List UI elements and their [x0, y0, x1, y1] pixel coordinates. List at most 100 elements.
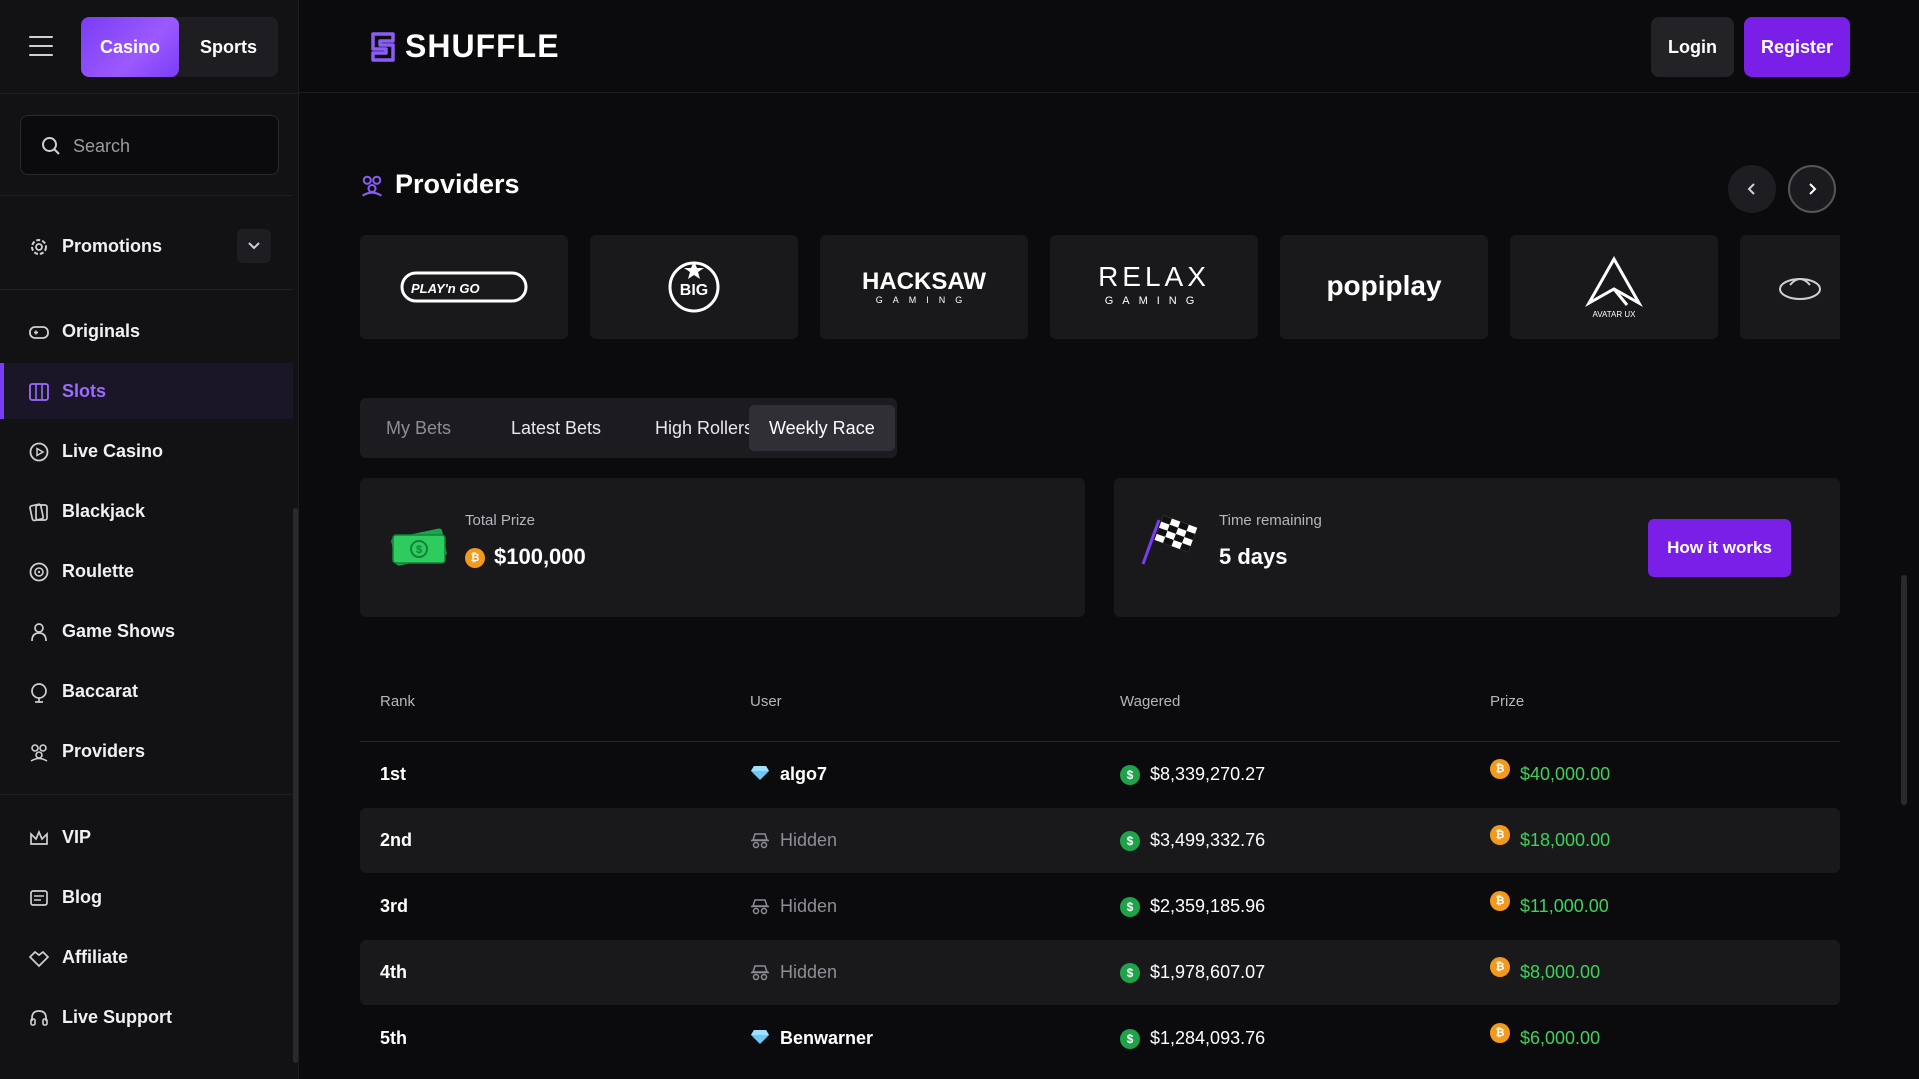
gear-icon	[31, 239, 47, 255]
bitcoin-icon: ₿	[1490, 758, 1510, 779]
table-row: 5th Benwarner $ $1,284,093.76 ₿ $6,000.00	[360, 1006, 1840, 1071]
bitcoin-icon: ₿	[1490, 824, 1510, 845]
chevron-left-icon	[1747, 183, 1755, 195]
time-remaining-label: Time remaining	[1219, 512, 1322, 529]
user-name: Hidden	[780, 830, 838, 850]
prize-cell: ₿ $18,000.00	[1490, 808, 1610, 873]
providers-next-button[interactable]	[1788, 165, 1836, 213]
wagered-value: $2,359,185.96	[1150, 896, 1266, 916]
rank-cell: 1st	[380, 764, 407, 784]
wagered-value: $3,499,332.76	[1150, 830, 1266, 850]
total-prize-card: $ Total Prize ₿ $100,000	[360, 478, 1085, 617]
bets-tabs: My Bets Latest Bets High Rollers Weekly …	[360, 398, 897, 458]
providers-title: Providers	[395, 169, 520, 199]
prize-cell: ₿ $6,000.00	[1490, 1006, 1600, 1071]
sidebar-divider	[0, 794, 293, 795]
sidebar-item-label: Baccarat	[62, 680, 139, 701]
provider-logo-text: PLAY'n GO	[411, 281, 480, 296]
sidebar-item-label: Blackjack	[62, 500, 146, 521]
wagered-cell: $ $1,978,607.07	[1120, 940, 1265, 1005]
top-bar: SHUFFLE Login Register	[299, 0, 1919, 93]
casino-tab[interactable]: Casino	[81, 17, 179, 77]
chevron-right-icon	[1809, 183, 1817, 195]
brand-name: SHUFFLE	[405, 28, 560, 64]
search-box	[20, 115, 279, 176]
user-cell: Hidden	[750, 940, 837, 1005]
sidebar-item-label: Live Support	[62, 1006, 173, 1027]
controller-icon	[29, 326, 49, 339]
main-scrollbar[interactable]	[1901, 575, 1907, 805]
sidebar-item-vip[interactable]: VIP	[0, 809, 293, 865]
rank-cell: 5th	[380, 1028, 407, 1048]
bitcoin-icon: ₿	[465, 548, 485, 568]
sidebar-scrollbar[interactable]	[293, 508, 298, 1063]
sidebar-item-roulette[interactable]: Roulette	[0, 543, 293, 599]
sidebar-item-affiliate[interactable]: Affiliate	[0, 929, 293, 985]
tab-latest-bets[interactable]: Latest Bets	[491, 405, 621, 451]
provider-logo-text: GAMING	[1105, 295, 1204, 307]
prize-value: $6,000.00	[1520, 1028, 1601, 1048]
sidebar-item-slots[interactable]: Slots	[0, 363, 293, 419]
bitcoin-icon: ₿	[1490, 1022, 1510, 1043]
rank-cell: 4th	[380, 962, 407, 982]
register-button[interactable]: Register	[1744, 17, 1850, 77]
user-name: Hidden	[780, 896, 838, 916]
sidebar-item-live-support[interactable]: Live Support	[0, 989, 293, 1045]
sidebar-item-blackjack[interactable]: Blackjack	[0, 483, 293, 539]
chevron-down-icon[interactable]	[237, 229, 271, 263]
cards-icon	[29, 503, 48, 522]
incognito-icon	[751, 832, 769, 848]
search-input[interactable]	[71, 116, 265, 176]
user-cell[interactable]: Benwarner	[750, 1006, 873, 1071]
wagered-cell: $ $2,359,185.96	[1120, 874, 1265, 939]
tab-my-bets[interactable]: My Bets	[366, 405, 471, 451]
provider-card-hacksaw[interactable]: HACKSAW GAMING	[820, 235, 1028, 339]
crown-icon	[30, 829, 48, 845]
how-it-works-button[interactable]: How it works	[1648, 519, 1791, 577]
time-remaining-value: 5 days	[1219, 544, 1288, 569]
sidebar-item-label: Slots	[62, 380, 107, 401]
sidebar-item-originals[interactable]: Originals	[0, 303, 293, 359]
provider-card-popiplay[interactable]: popiplay	[1280, 235, 1488, 339]
prize-cell: ₿ $8,000.00	[1490, 940, 1600, 1005]
sidebar-item-blog[interactable]: Blog	[0, 869, 293, 925]
total-prize-label: Total Prize	[465, 512, 536, 529]
providers-prev-button[interactable]	[1728, 165, 1776, 213]
provider-card-playngo[interactable]: PLAY'n GO	[360, 235, 568, 339]
rank-cell: 3rd	[380, 896, 409, 916]
prize-cell: ₿ $11,000.00	[1490, 874, 1609, 939]
user-cell[interactable]: algo7	[750, 742, 827, 807]
provider-card-avatarux[interactable]: AVATAR UX	[1510, 235, 1718, 339]
login-button[interactable]: Login	[1651, 17, 1734, 77]
wagered-cell: $ $1,284,093.76	[1120, 1006, 1265, 1071]
table-row: 3rd Hidden $ $2,359,185.96 ₿ $11,000.00	[360, 874, 1840, 939]
wagered-value: $1,284,093.76	[1150, 1028, 1266, 1048]
sidebar-item-live-casino[interactable]: Live Casino	[0, 423, 293, 479]
incognito-icon	[751, 898, 769, 914]
provider-card-partial[interactable]	[1740, 235, 1840, 339]
prize-cell: ₿ $40,000.00	[1490, 742, 1610, 807]
user-name: algo7	[780, 764, 828, 784]
sidebar-item-providers[interactable]: Providers	[0, 723, 293, 779]
provider-logo-text: popiplay	[1326, 270, 1442, 301]
blog-icon	[30, 890, 48, 906]
brand-logo[interactable]: SHUFFLE	[369, 28, 560, 65]
sidebar-item-label: Originals	[62, 320, 141, 341]
diamond-icon	[751, 765, 769, 780]
provider-card-big[interactable]: BIG	[590, 235, 798, 339]
provider-card-relax[interactable]: RELAX GAMING	[1050, 235, 1258, 339]
sidebar-item-label: Live Casino	[62, 440, 164, 461]
sidebar-divider	[0, 195, 293, 196]
menu-icon[interactable]	[29, 36, 53, 56]
handshake-icon	[28, 950, 50, 968]
sidebar-item-baccarat[interactable]: Baccarat	[0, 663, 293, 719]
sports-tab[interactable]: Sports	[179, 17, 278, 77]
prize-value: $40,000.00	[1520, 764, 1611, 784]
user-name: Hidden	[780, 962, 838, 982]
prize-value: $18,000.00	[1520, 830, 1611, 850]
sidebar: Casino Sports Promotions Originals Slots…	[0, 0, 299, 1079]
sidebar-item-game-shows[interactable]: Game Shows	[0, 603, 293, 659]
tab-weekly-race[interactable]: Weekly Race	[749, 405, 895, 451]
sidebar-header: Casino Sports	[0, 0, 298, 94]
headset-icon	[30, 1010, 48, 1026]
